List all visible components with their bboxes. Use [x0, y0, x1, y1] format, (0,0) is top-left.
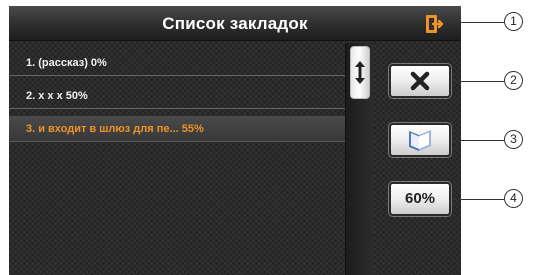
bookmark-item-3[interactable]: 3. и входит в шлюз для пе... 55% [9, 116, 345, 142]
bookmarks-screen: Список закладок 1. (рассказ) 0% 2. x x x… [9, 6, 461, 275]
callout-1: 1 [504, 12, 523, 31]
title-bar: Список закладок [9, 6, 461, 41]
scrollbar[interactable] [345, 43, 373, 275]
exit-door-icon [426, 15, 444, 33]
close-x-icon [410, 71, 430, 91]
bookmark-item-1[interactable]: 1. (рассказ) 0% [9, 50, 345, 76]
callout-line-3 [453, 140, 504, 141]
callout-2: 2 [504, 71, 523, 90]
zoom-button[interactable]: 60% [389, 182, 451, 216]
callout-line-2 [453, 81, 504, 82]
callout-3: 3 [504, 130, 523, 149]
bookmark-list: 1. (рассказ) 0% 2. x x x 50% 3. и входит… [9, 50, 345, 149]
zoom-level-label: 60% [404, 190, 436, 207]
close-button[interactable] [389, 64, 451, 98]
bookmark-item-2[interactable]: 2. x x x 50% [9, 83, 345, 109]
page-title: Список закладок [162, 14, 308, 33]
scroll-thumb[interactable] [350, 46, 370, 99]
open-book-icon [409, 130, 431, 151]
callout-4: 4 [504, 189, 523, 208]
callout-line-4 [453, 199, 504, 200]
exit-button[interactable] [423, 13, 445, 35]
callout-line-1 [446, 22, 504, 23]
open-book-button[interactable] [389, 123, 451, 157]
scroll-up-down-icon [355, 61, 365, 84]
